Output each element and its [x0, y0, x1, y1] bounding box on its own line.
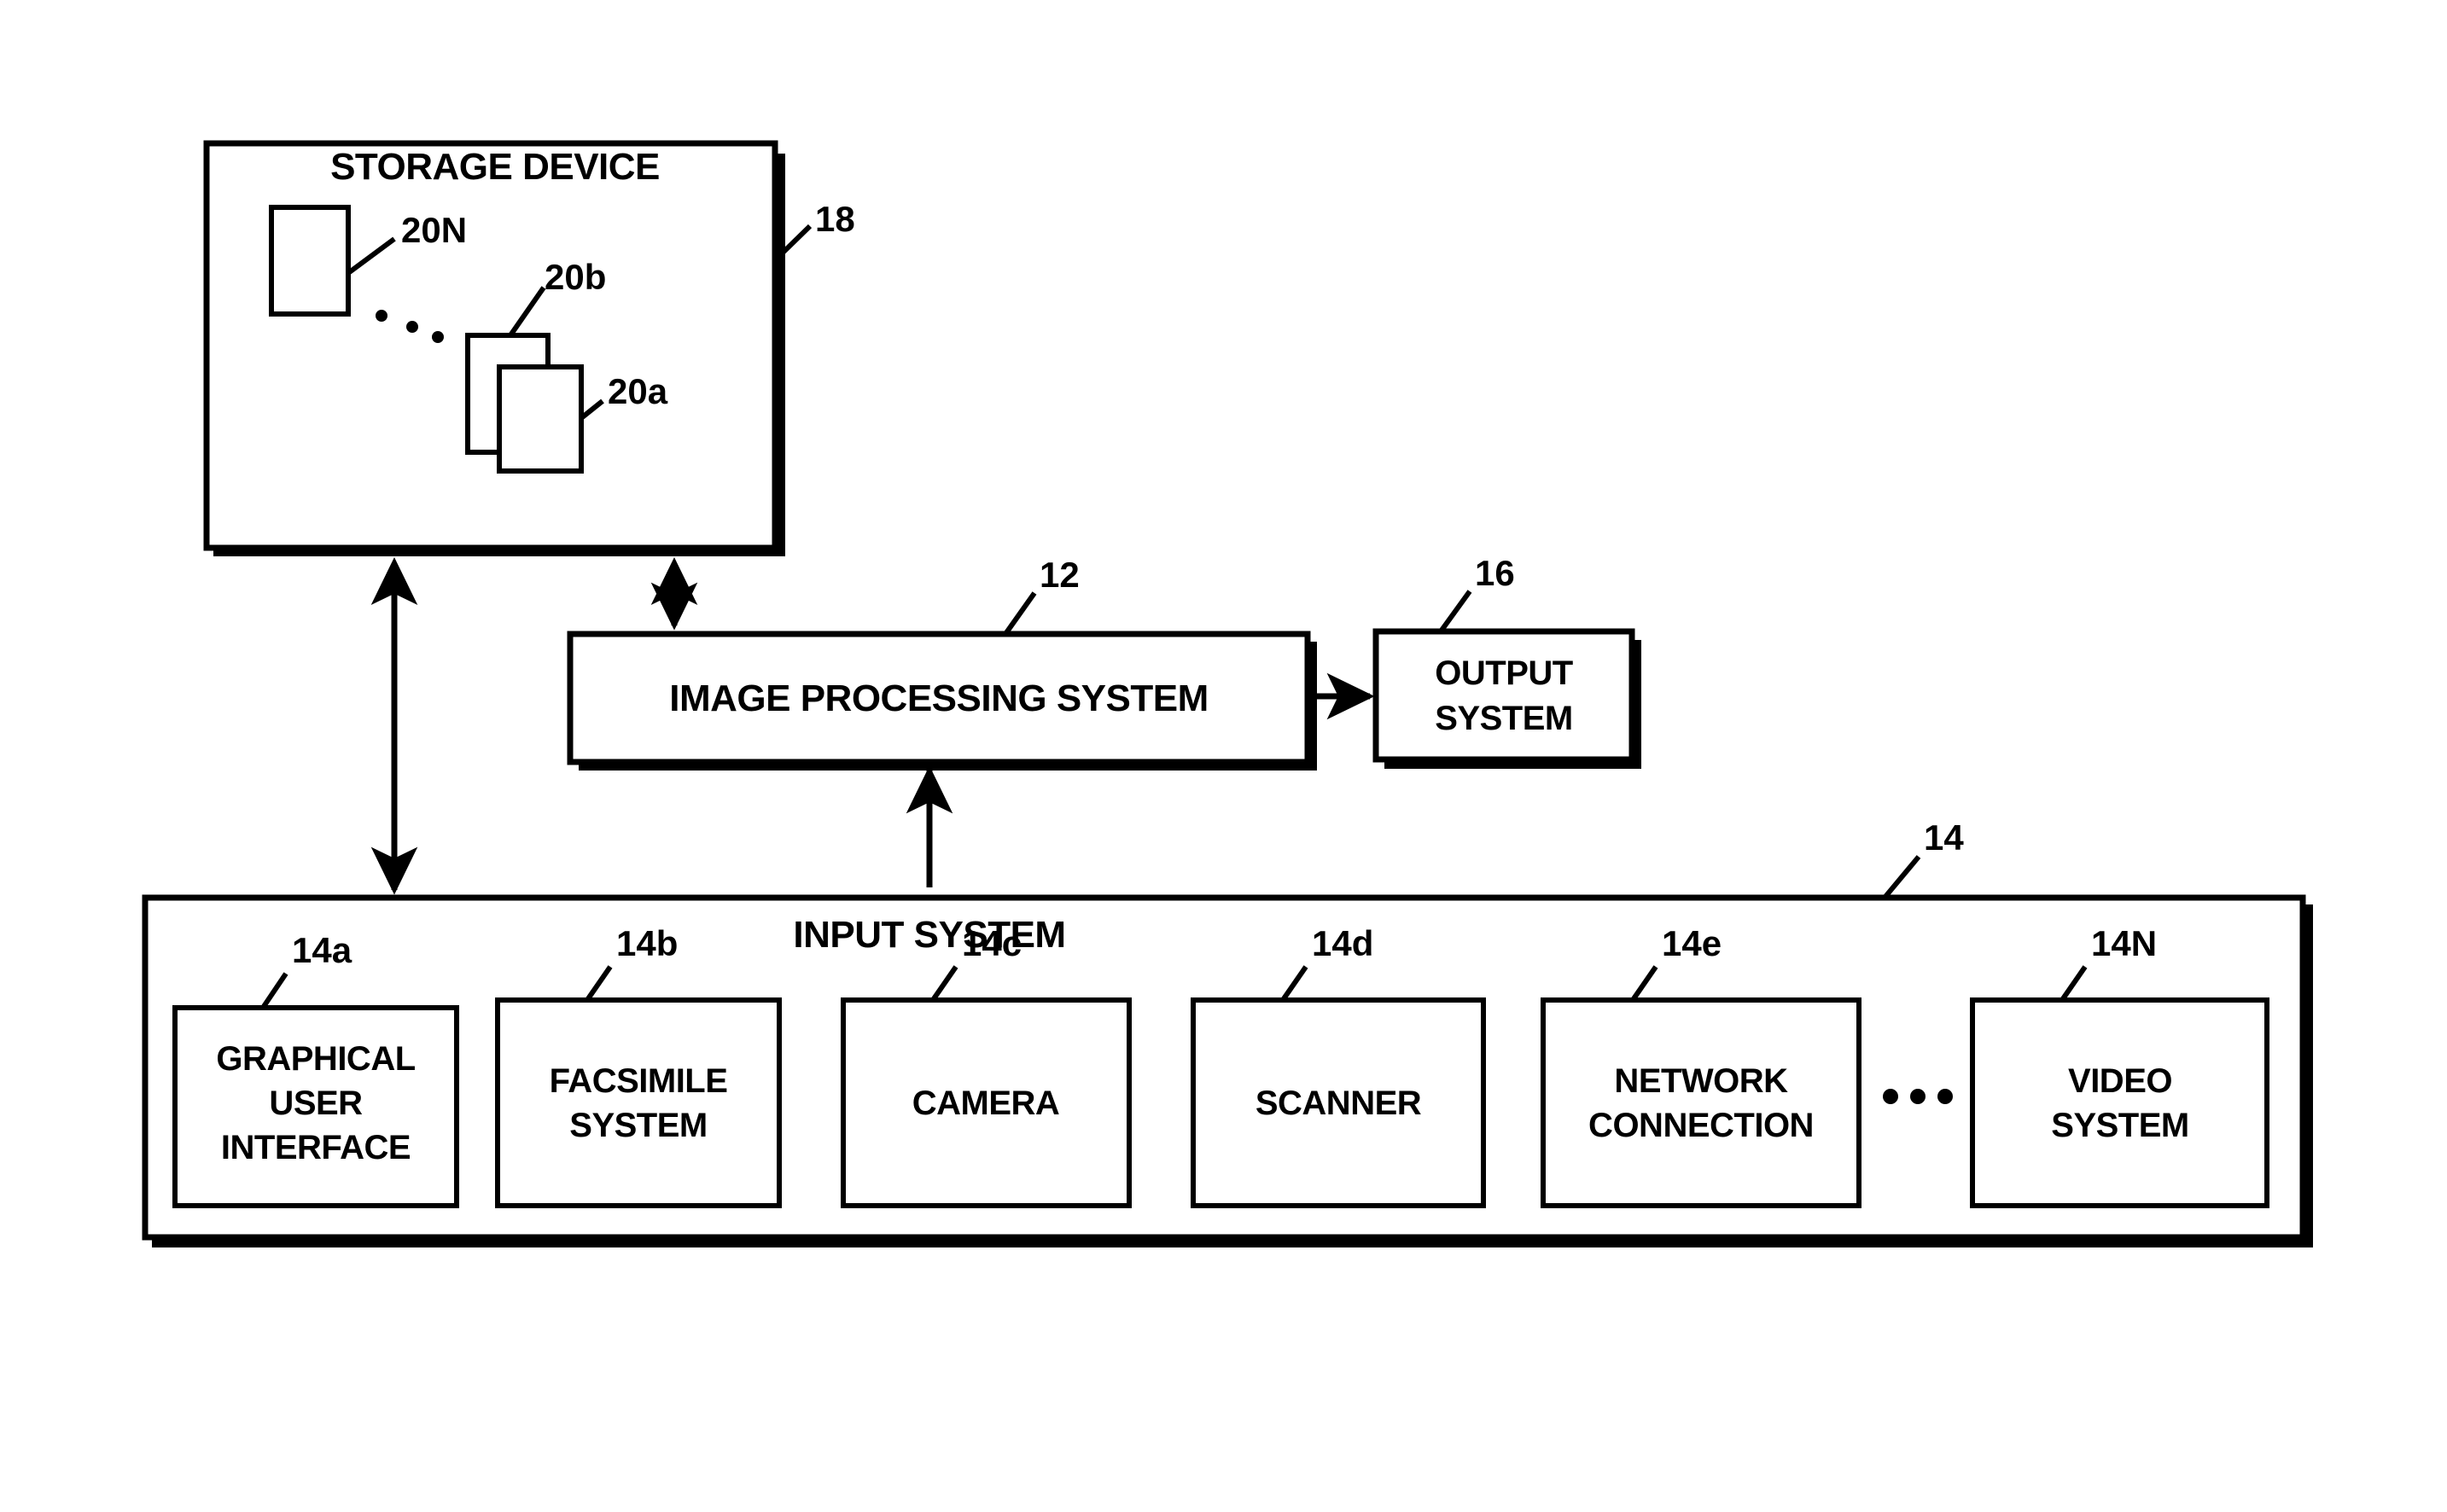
ref-label-14: 14 — [1924, 817, 1964, 858]
ref-label-14c: 14c — [962, 923, 1022, 963]
input-label-14n-line1: VIDEO — [2068, 1062, 2172, 1100]
ref-label-20a: 20a — [608, 371, 668, 411]
output-system-title-line1: OUTPUT — [1435, 654, 1573, 692]
ref-label-18: 18 — [815, 199, 855, 239]
input-label-14b-line1: FACSIMILE — [549, 1062, 728, 1100]
input-label-14e-line2: CONNECTION — [1588, 1107, 1814, 1144]
input-ellipsis-dots — [1883, 1089, 1953, 1104]
input-label-14a-line2: USER — [269, 1085, 363, 1122]
image-processing-system-title: IMAGE PROCESSING SYSTEM — [669, 677, 1209, 719]
ref-label-14n: 14N — [2091, 923, 2158, 963]
leader-line-16 — [1438, 590, 1472, 633]
diagram-vector-layer — [142, 140, 2313, 1247]
input-label-14b-line2: SYSTEM — [569, 1107, 708, 1144]
ref-label-14d: 14d — [1312, 923, 1374, 963]
ref-label-14b: 14b — [616, 923, 679, 963]
patent-figure: STORAGE DEVICE 18 20N 20b 20a IMAGE PROC… — [0, 0, 2447, 1512]
ref-label-14e: 14e — [1662, 923, 1722, 963]
input-label-14a-line3: INTERFACE — [220, 1129, 411, 1166]
ref-label-16: 16 — [1475, 553, 1515, 593]
input-label-14a-line1: GRAPHICAL — [216, 1040, 416, 1078]
ref-label-20n: 20N — [401, 210, 468, 250]
storage-device-title: STORAGE DEVICE — [330, 146, 660, 188]
output-system-title-line2: SYSTEM — [1435, 700, 1573, 737]
ref-label-12: 12 — [1040, 555, 1080, 595]
leader-line-12 — [1003, 591, 1037, 636]
input-label-14c-line1: CAMERA — [912, 1085, 1060, 1122]
document-20a-shape — [497, 364, 584, 474]
ref-label-14a: 14a — [292, 930, 352, 970]
document-20n-shape — [269, 205, 351, 317]
input-subbox-14n — [1970, 997, 2269, 1208]
input-label-14e-line1: NETWORK — [1614, 1062, 1788, 1100]
input-subbox-14e — [1541, 997, 1861, 1208]
output-system-box — [1372, 628, 1635, 763]
input-label-14n-line2: SYSTEM — [2051, 1107, 2189, 1144]
leader-line-14 — [1882, 855, 1921, 899]
input-subbox-14b — [495, 997, 782, 1208]
ref-label-20b: 20b — [545, 257, 607, 297]
input-system-title: INPUT SYSTEM — [793, 914, 1066, 956]
input-label-14d-line1: SCANNER — [1255, 1085, 1422, 1122]
